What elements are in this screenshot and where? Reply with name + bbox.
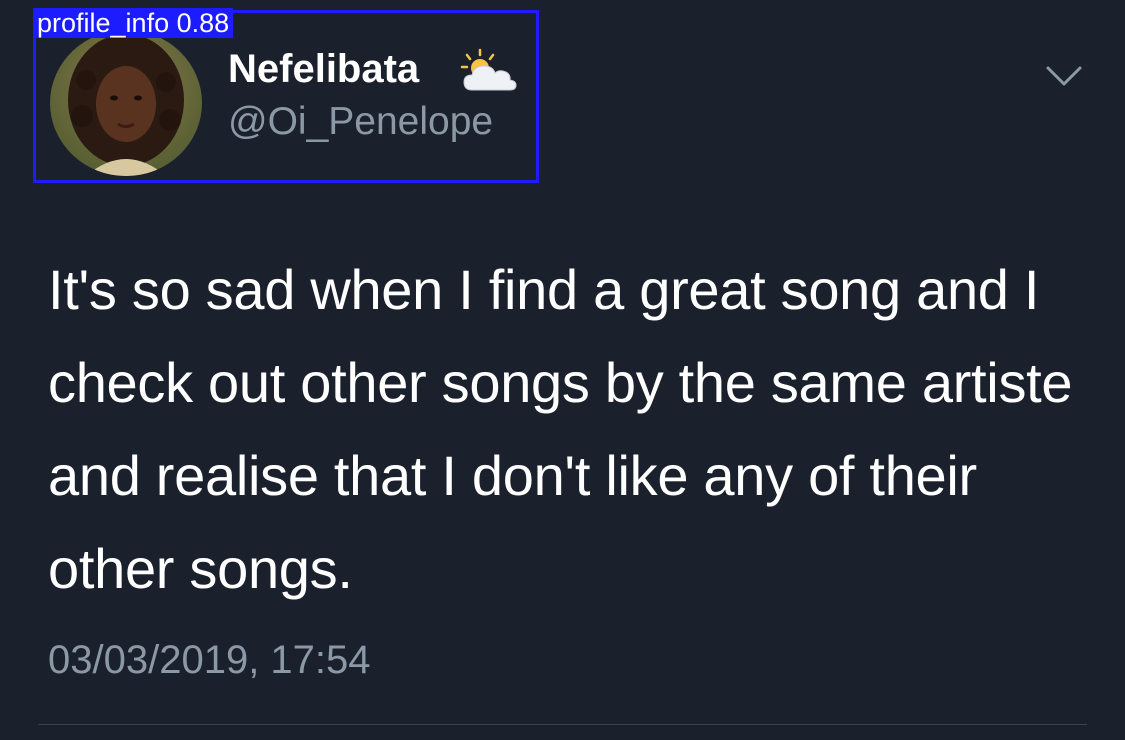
tweet-text: It's so sad when I find a great song and… bbox=[48, 258, 1073, 600]
chevron-down-icon[interactable] bbox=[1044, 64, 1084, 90]
divider bbox=[38, 724, 1087, 725]
detection-label: profile_info 0.88 bbox=[33, 8, 234, 38]
tweet-timestamp[interactable]: 03/03/2019, 17:54 bbox=[48, 634, 371, 686]
